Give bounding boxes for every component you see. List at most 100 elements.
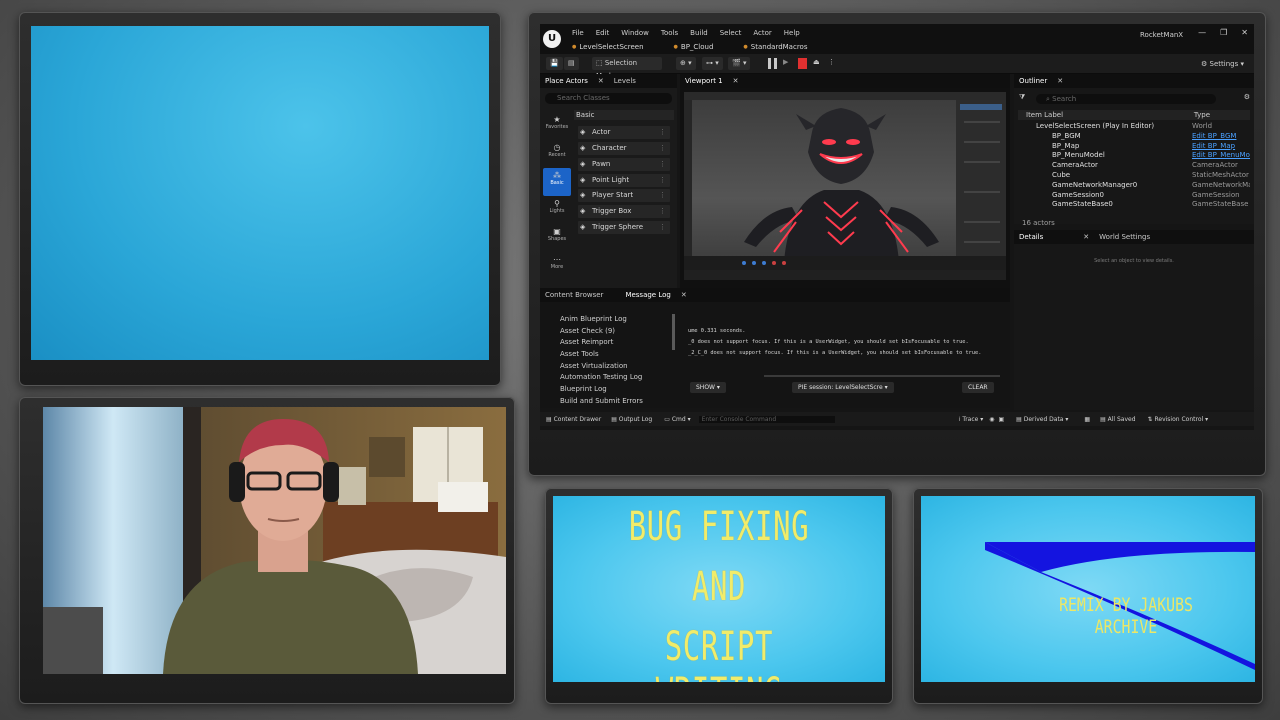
- log-category[interactable]: Asset Check (9): [560, 326, 672, 338]
- menu-window[interactable]: Window: [621, 29, 649, 37]
- console-input[interactable]: Enter Console Command: [698, 415, 835, 423]
- col-item-label[interactable]: Item Label: [1026, 110, 1063, 120]
- eject-icon[interactable]: ⏏: [813, 58, 822, 69]
- outliner-settings-icon[interactable]: ⚙: [1244, 93, 1250, 101]
- actor-item-point-light[interactable]: Point Light: [578, 174, 670, 187]
- record-icon[interactable]: ◉: [989, 416, 994, 423]
- menu-help[interactable]: Help: [784, 29, 800, 37]
- all-saved-indicator[interactable]: ▤ All Saved: [1100, 416, 1135, 423]
- outliner-row[interactable]: BP_MenuModel Edit BP_MenuModel: [1018, 151, 1250, 161]
- tab-place-actors[interactable]: Place Actors: [545, 77, 588, 85]
- tab-close-icon[interactable]: ✕: [1057, 77, 1063, 85]
- tab-viewport[interactable]: Viewport 1: [685, 77, 723, 85]
- tab-world-settings[interactable]: World Settings: [1099, 233, 1150, 241]
- outliner-search[interactable]: ⌕ Search: [1036, 94, 1216, 104]
- log-category[interactable]: Blueprint Log: [560, 384, 672, 396]
- selection-mode-button[interactable]: ⬚ Selection Mode ▾: [592, 57, 662, 80]
- menu-tools[interactable]: Tools: [661, 29, 678, 37]
- tab-content-browser[interactable]: Content Browser: [545, 291, 603, 299]
- log-category[interactable]: Asset Reimport: [560, 337, 672, 349]
- outliner-row-name: GameNetworkManager0: [1052, 180, 1138, 189]
- log-horizontal-scrollbar[interactable]: [764, 375, 1000, 377]
- actor-item-player-start[interactable]: Player Start: [578, 189, 670, 202]
- log-category-scrollbar[interactable]: [672, 314, 675, 350]
- settings-button[interactable]: ⚙ Settings ▾: [1201, 60, 1244, 68]
- revision-control-button[interactable]: ⇅ Revision Control ▾: [1148, 416, 1209, 423]
- close-icon[interactable]: ✕: [1241, 28, 1248, 37]
- viewport-scene[interactable]: [684, 92, 1006, 270]
- menu-actor[interactable]: Actor: [753, 29, 771, 37]
- outliner-row-type[interactable]: Edit BP_MenuModel: [1192, 151, 1250, 161]
- outliner-row[interactable]: CameraActor CameraActor: [1018, 161, 1250, 171]
- actor-item-pawn[interactable]: Pawn: [578, 158, 670, 171]
- show-button[interactable]: SHOW ▾: [690, 382, 726, 393]
- category-lights[interactable]: ⚲ Lights: [543, 196, 571, 224]
- pie-session-dropdown[interactable]: PIE session: LevelSelectScre ▾: [792, 382, 894, 393]
- category-more[interactable]: ⋯ More: [543, 252, 571, 280]
- log-category[interactable]: Automation Testing Log: [560, 372, 672, 384]
- log-category[interactable]: Asset Tools: [560, 349, 672, 361]
- tab-close-icon[interactable]: ✕: [1083, 233, 1089, 241]
- tab-outliner[interactable]: Outliner: [1019, 77, 1047, 85]
- menu-select[interactable]: Select: [720, 29, 742, 37]
- snapshot-icon[interactable]: ▣: [999, 416, 1005, 423]
- blueprint-icon[interactable]: ⊶ ▾: [702, 57, 723, 70]
- menu-build[interactable]: Build: [690, 29, 708, 37]
- more-icon[interactable]: ⋮: [828, 58, 837, 69]
- log-category[interactable]: Build and Submit Errors: [560, 396, 672, 408]
- outliner-row[interactable]: BP_Map Edit BP_Map: [1018, 142, 1250, 152]
- category-shapes[interactable]: ▣ Shapes: [543, 224, 571, 252]
- cmd-dropdown[interactable]: ▭ Cmd ▾: [664, 416, 690, 423]
- maximize-icon[interactable]: ❐: [1220, 28, 1227, 37]
- tab-close-icon[interactable]: ✕: [598, 77, 604, 85]
- shapes-icon: ⁂: [553, 171, 561, 180]
- outliner-row-type[interactable]: Edit BP_Map: [1192, 142, 1250, 152]
- unreal-logo-icon[interactable]: U: [543, 30, 561, 48]
- outliner-row[interactable]: Cube StaticMeshActor: [1018, 171, 1250, 181]
- save-icon[interactable]: 💾: [546, 57, 563, 70]
- outliner-row-type[interactable]: Edit BP_BGM: [1192, 132, 1250, 142]
- doc-tab-level[interactable]: LevelSelectScreen: [572, 43, 643, 51]
- viewport-panel[interactable]: [680, 88, 1010, 288]
- doc-tab-standard-macros[interactable]: StandardMacros: [743, 43, 808, 51]
- outliner-row[interactable]: GameNetworkManager0 GameNetworkManager: [1018, 181, 1250, 191]
- pause-icon[interactable]: [768, 58, 777, 69]
- derived-data-button[interactable]: ▤ Derived Data ▾: [1016, 416, 1068, 423]
- doc-tab-bp-cloud[interactable]: BP_Cloud: [674, 43, 714, 51]
- category-basic[interactable]: ⁂ Basic: [543, 168, 571, 196]
- tab-levels[interactable]: Levels: [614, 77, 636, 85]
- stop-icon[interactable]: [798, 58, 807, 69]
- category-recent[interactable]: ◷ Recent: [543, 140, 571, 168]
- col-type[interactable]: Type: [1194, 110, 1210, 120]
- clear-button[interactable]: CLEAR: [962, 382, 994, 393]
- tab-details[interactable]: Details: [1019, 233, 1043, 241]
- tab-close-icon[interactable]: ✕: [681, 291, 687, 299]
- tab-close-icon[interactable]: ✕: [733, 77, 739, 85]
- outliner-row[interactable]: GameStateBase0 GameStateBase: [1018, 200, 1250, 210]
- content-icon[interactable]: ▤: [564, 57, 579, 70]
- menu-edit[interactable]: Edit: [596, 29, 610, 37]
- output-log-button[interactable]: ▤ Output Log: [611, 416, 652, 423]
- minimize-icon[interactable]: —: [1198, 28, 1206, 37]
- actor-item-character[interactable]: Character: [578, 142, 670, 155]
- filter-icon[interactable]: ⧩: [1019, 93, 1025, 102]
- add-icon[interactable]: ⊕ ▾: [676, 57, 696, 70]
- actor-item-trigger-box[interactable]: Trigger Box: [578, 205, 670, 218]
- log-category[interactable]: Asset Virtualization: [560, 361, 672, 373]
- log-category[interactable]: Anim Blueprint Log: [560, 314, 672, 326]
- outliner-row[interactable]: LevelSelectScreen (Play In Editor) World: [1018, 122, 1250, 132]
- actor-item-trigger-sphere[interactable]: Trigger Sphere: [578, 221, 670, 234]
- cinematics-icon[interactable]: 🎬 ▾: [728, 57, 751, 70]
- tab-message-log[interactable]: Message Log: [625, 291, 670, 299]
- outliner-row[interactable]: GameSession0 GameSession: [1018, 191, 1250, 201]
- step-icon[interactable]: ▶: [783, 58, 792, 69]
- category-favorites[interactable]: ★ Favorites: [543, 112, 571, 140]
- menu-file[interactable]: File: [572, 29, 584, 37]
- actor-item-actor[interactable]: Actor: [578, 126, 670, 139]
- title-line-2: AND: [691, 564, 747, 610]
- trace-button[interactable]: ⁞ Trace ▾: [959, 416, 984, 423]
- place-actors-search[interactable]: Search Classes: [545, 93, 672, 104]
- source-icon[interactable]: ▦: [1084, 416, 1090, 423]
- content-drawer-button[interactable]: ▤ Content Drawer: [546, 416, 601, 423]
- outliner-row[interactable]: BP_BGM Edit BP_BGM: [1018, 132, 1250, 142]
